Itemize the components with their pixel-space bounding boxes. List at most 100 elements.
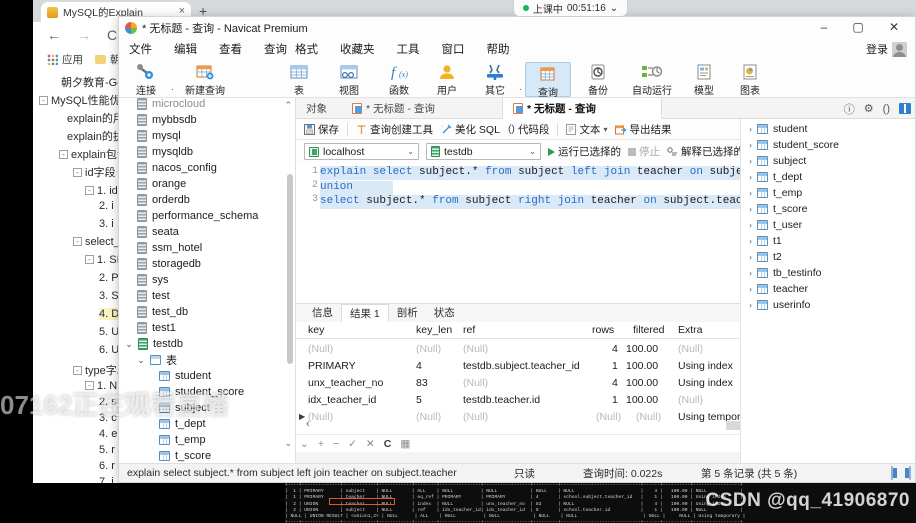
chevron-down-icon[interactable]: ⌄ xyxy=(529,147,536,156)
chevron-down-icon[interactable]: ⌄ xyxy=(125,339,133,350)
code-brackets-icon[interactable]: () xyxy=(883,103,890,115)
maximize-icon[interactable]: ▢ xyxy=(843,17,873,38)
menu-query[interactable]: 查询 xyxy=(264,41,287,57)
database-tree-sidebar[interactable]: ⌃ microcloud mybbsdb mysql mysqldb nacos… xyxy=(119,98,296,482)
outline-item[interactable]: - id字段 xyxy=(73,164,116,180)
ribbon-query[interactable]: 查询 xyxy=(525,62,571,99)
scroll-down-icon[interactable]: ⌄ xyxy=(284,438,292,449)
ribbon-automation[interactable]: 自动运行 xyxy=(621,62,683,97)
collapse-icon[interactable]: - xyxy=(59,150,68,159)
column-header-rows[interactable]: rows xyxy=(592,324,614,336)
chevron-right-icon[interactable]: › xyxy=(749,252,752,262)
collapse-icon[interactable]: - xyxy=(73,168,82,177)
dock-table-item[interactable]: › student_score xyxy=(749,137,839,153)
chevron-down-icon[interactable]: ▾ xyxy=(603,125,607,134)
tab-profile[interactable]: 剖析 xyxy=(389,304,426,322)
info-icon[interactable]: ⓘ xyxy=(844,101,855,117)
chevron-right-icon[interactable]: › xyxy=(749,124,752,134)
terminal-window[interactable]: +----+--------------+------------+------… xyxy=(285,483,916,523)
tab-result-1[interactable]: 结果 1 xyxy=(341,304,389,322)
ribbon-table[interactable]: 表 xyxy=(276,62,322,97)
collapse-icon[interactable]: - xyxy=(85,255,94,264)
tree-db-item[interactable]: sys xyxy=(137,272,169,288)
chevron-right-icon[interactable]: › xyxy=(749,204,752,214)
remove-row-button[interactable]: − xyxy=(333,438,339,450)
tree-db-item-active[interactable]: ⌄ testdb xyxy=(125,336,183,352)
menu-tools[interactable]: 工具 xyxy=(397,41,420,57)
grid-nav-chevron-icon[interactable]: ⌄ xyxy=(300,438,309,450)
dock-table-item[interactable]: › subject xyxy=(749,153,806,169)
chevron-right-icon[interactable]: › xyxy=(749,140,752,150)
chevron-right-icon[interactable]: › xyxy=(749,300,752,310)
menu-window[interactable]: 窗口 xyxy=(442,41,465,57)
dock-table-item[interactable]: › t_score xyxy=(749,201,807,217)
menu-format[interactable]: 格式 xyxy=(295,41,318,57)
code-snippet-button[interactable]: () 代码段 xyxy=(508,122,550,137)
collapse-icon[interactable]: - xyxy=(85,186,94,195)
sidebar-scrollbar[interactable] xyxy=(287,174,293,364)
outline-item[interactable]: 5. r xyxy=(99,444,115,456)
beautify-sql-button[interactable]: 美化 SQL xyxy=(441,122,500,137)
right-object-dock[interactable]: › student › student_score › subject › t_dept… xyxy=(740,119,915,463)
export-result-button[interactable]: 导出结果 xyxy=(615,122,671,137)
tree-db-item[interactable]: test_db xyxy=(137,304,188,320)
outline-item[interactable]: 6. r xyxy=(99,460,115,472)
sql-line[interactable]: union xyxy=(320,181,394,195)
forward-icon[interactable]: → xyxy=(77,27,91,44)
scroll-up-icon[interactable]: ⌃ xyxy=(284,100,292,111)
dock-table-item[interactable]: › t2 xyxy=(749,249,782,265)
dock-table-item[interactable]: › teacher xyxy=(749,281,808,297)
ribbon-backup[interactable]: 备份 xyxy=(575,62,621,97)
prev-page-icon[interactable]: ‹ xyxy=(306,418,310,430)
tree-db-item[interactable]: mysql xyxy=(137,128,181,144)
tree-table-item[interactable]: t_score xyxy=(159,448,211,464)
tree-db-item[interactable]: microcloud xyxy=(137,98,205,112)
tab-info[interactable]: 信息 xyxy=(304,304,341,322)
outline-item[interactable]: 5. U xyxy=(99,326,119,338)
dock-table-item[interactable]: › t_emp xyxy=(749,185,802,201)
tree-db-item[interactable]: test xyxy=(137,288,170,304)
ribbon-connection[interactable]: 连接 xyxy=(123,62,169,97)
chevron-down-icon[interactable]: ⌄ xyxy=(407,147,414,156)
outline-item[interactable]: 2. i xyxy=(99,200,114,212)
reload-icon[interactable]: C xyxy=(107,27,117,44)
toggle-left-panel-icon[interactable] xyxy=(891,466,893,480)
close-icon[interactable]: ✕ xyxy=(879,17,909,38)
chevron-right-icon[interactable]: › xyxy=(749,220,752,230)
ribbon-user[interactable]: 用户 xyxy=(424,62,470,97)
dock-table-item[interactable]: › tb_testinfo xyxy=(749,265,821,281)
column-header-filtered[interactable]: filtered xyxy=(633,324,665,336)
tab-status[interactable]: 状态 xyxy=(426,304,463,322)
tree-db-item[interactable]: storagedb xyxy=(137,256,201,272)
outline-item[interactable]: 3. i xyxy=(99,218,114,230)
ribbon-function[interactable]: f (x) 函数 xyxy=(376,62,422,97)
explain-selected-button[interactable]: 解释已选择的 xyxy=(667,144,744,159)
save-button[interactable]: 保存 xyxy=(304,122,339,137)
outline-item[interactable]: 6. U xyxy=(99,344,119,356)
menu-help[interactable]: 帮助 xyxy=(487,41,510,57)
back-icon[interactable]: ← xyxy=(47,27,61,44)
collapse-icon[interactable]: - xyxy=(39,96,48,105)
login-area[interactable]: 登录 xyxy=(866,38,907,60)
collapse-icon[interactable]: - xyxy=(73,366,82,375)
dock-table-item[interactable]: › student xyxy=(749,121,807,137)
gear-icon[interactable]: ⚙ xyxy=(864,102,874,115)
collapse-icon[interactable]: - xyxy=(73,237,82,246)
ribbon-view[interactable]: 视图 xyxy=(326,62,372,97)
chevron-right-icon[interactable]: › xyxy=(749,284,752,294)
dock-table-item[interactable]: › t1 xyxy=(749,233,782,249)
apply-button[interactable]: ✓ xyxy=(348,438,357,450)
tab-query-1[interactable]: * 无标题 - 查询 xyxy=(342,98,445,119)
split-panel-icon[interactable] xyxy=(899,103,911,114)
column-header-extra[interactable]: Extra xyxy=(678,324,703,336)
tree-db-item[interactable]: mysqldb xyxy=(137,144,193,160)
cancel-button[interactable]: ✕ xyxy=(366,438,375,450)
chevron-down-icon[interactable]: ⌄ xyxy=(137,355,145,366)
ribbon-other[interactable]: 其它 xyxy=(472,62,518,97)
bookmark-apps[interactable]: 应用 xyxy=(47,52,83,67)
dock-table-item[interactable]: › t_user xyxy=(749,217,802,233)
tree-db-item[interactable]: mybbsdb xyxy=(137,112,197,128)
tree-table-item[interactable]: t_emp xyxy=(159,432,206,448)
tree-db-item[interactable]: orderdb xyxy=(137,192,190,208)
tree-tables-group[interactable]: ⌄ 表 xyxy=(137,352,177,368)
